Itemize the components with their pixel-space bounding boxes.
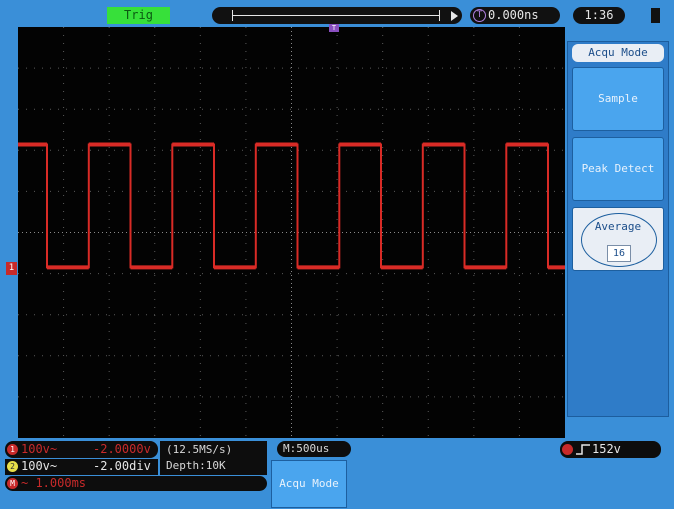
- trigger-marker-icon: T: [329, 24, 339, 32]
- channel2-offset: -2.00div: [93, 459, 151, 473]
- timebase-value: M:500us: [283, 442, 330, 455]
- sample-button-label: Sample: [598, 92, 638, 105]
- timebase-right-cap: [439, 10, 440, 21]
- play-arrow-icon: [451, 11, 458, 21]
- channel1-status: 1 100v~ -2.0000v: [5, 441, 158, 458]
- trigger-status-box: 152v: [560, 441, 661, 458]
- channel2-icon: 2: [7, 461, 18, 472]
- peak-detect-button-label: Peak Detect: [581, 162, 655, 175]
- timebase-left-cap: [232, 10, 233, 21]
- ch1-trace: [18, 143, 565, 269]
- average-button[interactable]: Average 16: [572, 207, 664, 271]
- acqu-mode-button[interactable]: Acqu Mode: [271, 460, 347, 508]
- average-count-field[interactable]: 16: [607, 245, 631, 262]
- average-button-label: Average: [594, 220, 642, 233]
- math-icon: M: [7, 478, 18, 489]
- trigger-level: 152v: [592, 442, 621, 456]
- sample-button[interactable]: Sample: [572, 67, 664, 131]
- channel2-volts: 100v~: [21, 459, 58, 473]
- waveform-canvas: [18, 27, 565, 438]
- waveform-screen[interactable]: [18, 27, 565, 438]
- peak-detect-button[interactable]: Peak Detect: [572, 137, 664, 201]
- channel1-offset: -2.0000v: [93, 442, 151, 456]
- math-status: M ~ 1.000ms: [5, 476, 267, 491]
- clock: 1:36: [573, 7, 625, 24]
- timebase-status: M:500us: [277, 441, 351, 457]
- menu-title: Acqu Mode: [572, 44, 664, 62]
- trigger-position-icon: T: [473, 9, 486, 22]
- math-text: ~ 1.000ms: [21, 476, 87, 490]
- timebase-line: [232, 15, 440, 16]
- horizontal-position: T 0.000ns: [470, 7, 560, 24]
- timebase-position-bar[interactable]: [212, 7, 462, 24]
- channel1-icon: 1: [7, 444, 18, 455]
- sample-rate: (12.5MS/s): [166, 443, 233, 456]
- rising-edge-icon: [576, 444, 590, 455]
- channel1-marker-icon: 1: [6, 262, 17, 275]
- channel1-volts: 100v~: [21, 442, 58, 456]
- top-status-bar: Trig T 0.000ns 1:36: [0, 6, 674, 26]
- channel2-status: 2 100v~ -2.00div: [5, 459, 158, 475]
- trigger-status: Trig: [107, 7, 170, 24]
- horizontal-position-value: 0.000ns: [488, 8, 539, 22]
- usb-icon: [651, 8, 660, 23]
- sample-info: (12.5MS/s) Depth:10K: [160, 441, 267, 475]
- oscilloscope-display: Trig T 0.000ns 1:36 T 1 Acqu Mode Sample…: [0, 0, 674, 509]
- memory-depth: Depth:10K: [166, 459, 226, 472]
- trigger-channel-icon: [562, 444, 573, 455]
